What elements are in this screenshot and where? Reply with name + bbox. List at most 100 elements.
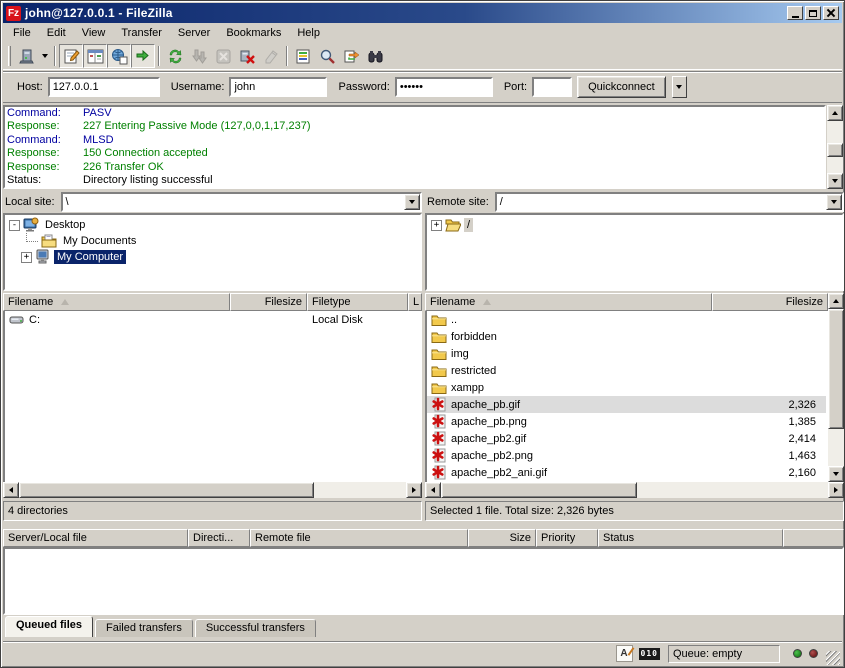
column-status[interactable]: Status	[598, 529, 783, 547]
column-filesize[interactable]: Filesize	[712, 293, 828, 311]
disconnect-button[interactable]	[235, 44, 259, 68]
password-input[interactable]	[395, 77, 493, 97]
toggle-transfer-queue-button[interactable]	[131, 44, 155, 68]
column-priority[interactable]: Priority	[536, 529, 598, 547]
filezilla-window: Fz john@127.0.0.1 - FileZilla File Edit …	[0, 0, 845, 668]
log-line: Command:PASV	[7, 107, 822, 120]
local-tree[interactable]: - Desktop My Documents + M	[3, 213, 422, 291]
reconnect-button[interactable]	[259, 44, 283, 68]
file-row[interactable]: img	[427, 345, 826, 362]
file-row[interactable]: ..	[427, 311, 826, 328]
port-input[interactable]	[532, 77, 572, 97]
process-queue-icon	[191, 48, 208, 65]
file-row[interactable]: apache_pb2_ani.gif 2,160	[427, 464, 826, 481]
directory-comparison-button[interactable]	[339, 44, 363, 68]
file-row[interactable]: apache_pb.png 1,385	[427, 413, 826, 430]
local-site-combo[interactable]: \	[61, 192, 422, 212]
close-button[interactable]	[823, 6, 839, 20]
toggle-message-log-button[interactable]	[59, 44, 83, 68]
toggle-remote-tree-button[interactable]	[107, 44, 131, 68]
local-site-combo-dropdown[interactable]	[404, 194, 420, 210]
scroll-left-button[interactable]	[425, 482, 441, 498]
tree-item-root[interactable]: + /	[427, 217, 842, 233]
tab-failed-transfers[interactable]: Failed transfers	[95, 619, 193, 637]
local-list-hscrollbar[interactable]	[3, 482, 422, 498]
menu-bookmarks[interactable]: Bookmarks	[218, 25, 289, 41]
quickconnect-dropdown[interactable]	[672, 76, 687, 98]
scroll-down-button[interactable]	[827, 173, 843, 189]
tab-successful-transfers[interactable]: Successful transfers	[195, 619, 316, 637]
folder-icon	[431, 380, 447, 396]
maximize-button[interactable]	[805, 6, 821, 20]
file-row[interactable]: forbidden	[427, 328, 826, 345]
log-scrollbar[interactable]	[827, 105, 843, 189]
menu-transfer[interactable]: Transfer	[113, 25, 170, 41]
remote-list-vscrollbar[interactable]	[828, 293, 844, 482]
file-search-button[interactable]	[315, 44, 339, 68]
username-input[interactable]	[229, 77, 327, 97]
directory-listing-filters-button[interactable]	[291, 44, 315, 68]
file-row[interactable]: restricted	[427, 362, 826, 379]
column-filesize[interactable]: Filesize	[230, 293, 307, 311]
remote-site-combo[interactable]: /	[495, 192, 844, 212]
scroll-down-button[interactable]	[828, 466, 844, 482]
column-filename[interactable]: Filename	[3, 293, 230, 311]
tree-item-desktop[interactable]: - Desktop	[5, 217, 420, 233]
scroll-thumb[interactable]	[441, 482, 637, 498]
find-files-button[interactable]	[363, 44, 387, 68]
file-row-c-drive[interactable]: C: Local Disk	[5, 311, 420, 328]
scroll-up-button[interactable]	[827, 105, 843, 121]
queue-list[interactable]	[3, 547, 844, 615]
column-size[interactable]: Size	[468, 529, 536, 547]
column-server-local-file[interactable]: Server/Local file	[3, 529, 188, 547]
quickconnect-button[interactable]: Quickconnect	[577, 76, 666, 98]
file-row[interactable]: apache_pb2.png 1,463	[427, 447, 826, 464]
cancel-operation-button[interactable]	[211, 44, 235, 68]
remote-file-list-panel: Filename Filesize .. forbidden img restr	[425, 293, 844, 522]
tree-item-my-documents[interactable]: My Documents	[5, 233, 420, 249]
scroll-thumb[interactable]	[827, 143, 843, 157]
site-manager-dropdown[interactable]	[38, 44, 51, 68]
menu-help[interactable]: Help	[289, 25, 328, 41]
chevron-down-icon	[409, 200, 415, 204]
minimize-button[interactable]	[787, 6, 803, 20]
remote-tree[interactable]: + /	[425, 213, 844, 291]
scroll-right-button[interactable]	[406, 482, 422, 498]
collapse-expander[interactable]: -	[9, 220, 20, 231]
menu-file[interactable]: File	[5, 25, 39, 41]
remote-list-hscrollbar[interactable]	[425, 482, 844, 498]
refresh-button[interactable]	[163, 44, 187, 68]
column-filename[interactable]: Filename	[425, 293, 712, 311]
scroll-up-button[interactable]	[828, 293, 844, 309]
file-row-selected[interactable]: apache_pb.gif 2,326	[427, 396, 826, 413]
menu-edit[interactable]: Edit	[39, 25, 74, 41]
toggle-local-tree-button[interactable]	[83, 44, 107, 68]
column-direction[interactable]: Directi...	[188, 529, 250, 547]
remote-file-list[interactable]: .. forbidden img restricted xampp	[425, 311, 828, 482]
title-bar[interactable]: Fz john@127.0.0.1 - FileZilla	[3, 3, 842, 23]
scroll-right-button[interactable]	[828, 482, 844, 498]
expand-expander[interactable]: +	[431, 220, 442, 231]
port-label: Port:	[504, 81, 527, 93]
file-row[interactable]: apache_pb2.gif 2,414	[427, 430, 826, 447]
menu-server[interactable]: Server	[170, 25, 218, 41]
resize-grip[interactable]	[826, 651, 840, 665]
toolbar-grip	[8, 46, 11, 66]
menu-view[interactable]: View	[74, 25, 114, 41]
file-row[interactable]: xampp	[427, 379, 826, 396]
column-remote-file[interactable]: Remote file	[250, 529, 468, 547]
remote-site-combo-dropdown[interactable]	[826, 194, 842, 210]
process-queue-button[interactable]	[187, 44, 211, 68]
expand-expander[interactable]: +	[21, 252, 32, 263]
scroll-left-button[interactable]	[3, 482, 19, 498]
scroll-thumb[interactable]	[19, 482, 314, 498]
site-manager-button[interactable]	[14, 44, 38, 68]
host-input[interactable]	[48, 77, 160, 97]
column-filetype[interactable]: Filetype	[307, 293, 408, 311]
tab-queued-files[interactable]: Queued files	[5, 616, 93, 637]
message-log[interactable]: Command:PASV Response:227 Entering Passi…	[3, 105, 826, 189]
scroll-thumb[interactable]	[828, 309, 844, 429]
local-file-list[interactable]: C: Local Disk	[3, 311, 422, 482]
tree-item-my-computer[interactable]: + My Computer	[5, 249, 420, 265]
column-last-modified[interactable]: L	[408, 293, 422, 311]
